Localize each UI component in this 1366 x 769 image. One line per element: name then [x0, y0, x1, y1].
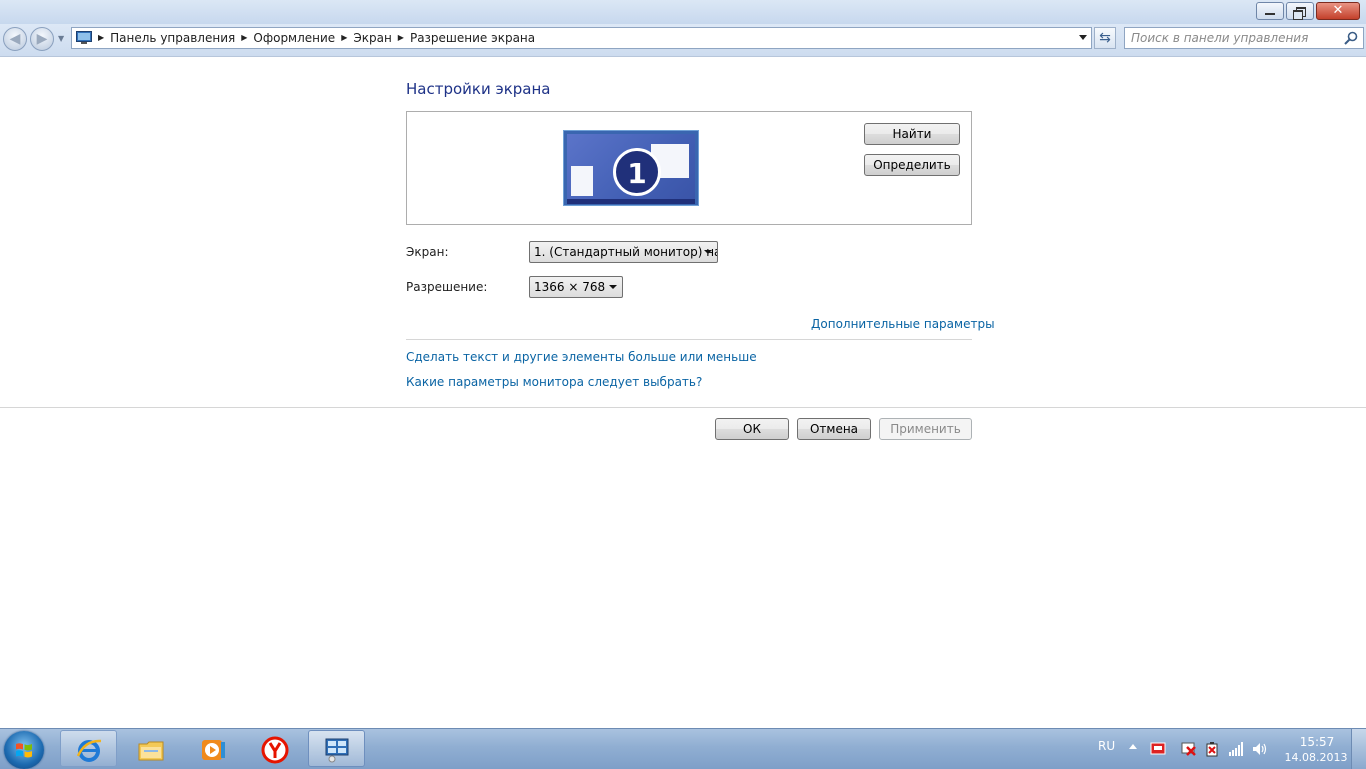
monitor-help-link[interactable]: Какие параметры монитора следует выбрать…: [406, 375, 702, 389]
action-center-icon[interactable]: [1180, 741, 1196, 757]
recent-pages-dropdown[interactable]: ▼: [58, 34, 64, 43]
minimize-icon: [1265, 13, 1275, 15]
address-history-dropdown-icon[interactable]: [1079, 35, 1087, 40]
close-button[interactable]: ✕: [1316, 2, 1360, 20]
control-panel-icon: [76, 31, 92, 44]
network-signal-icon[interactable]: [1228, 741, 1244, 757]
back-arrow-icon: ◀: [9, 31, 21, 47]
identify-button[interactable]: Определить: [864, 154, 960, 176]
breadcrumb-separator-icon[interactable]: ▶: [341, 28, 347, 48]
monitor-doc-icon: [571, 166, 593, 196]
monitor-taskbar-strip: [567, 199, 695, 204]
advanced-settings-link[interactable]: Дополнительные параметры: [811, 317, 995, 331]
media-player-icon: [202, 740, 225, 760]
breadcrumb: ▶ Панель управления ▶ Оформление ▶ Экран…: [96, 28, 539, 48]
breadcrumb-control-panel[interactable]: Панель управления: [110, 28, 235, 48]
find-button[interactable]: Найти: [864, 123, 960, 145]
breadcrumb-separator-icon[interactable]: ▶: [98, 28, 104, 48]
display-label: Экран:: [406, 245, 449, 259]
display-select[interactable]: 1. (Стандартный монитор) на: [529, 241, 718, 263]
minimize-button[interactable]: [1256, 2, 1284, 20]
apply-button[interactable]: Применить: [879, 418, 972, 440]
language-indicator[interactable]: RU: [1098, 739, 1115, 753]
taskbar-yandex-browser[interactable]: [246, 730, 303, 767]
taskbar-internet-explorer[interactable]: [60, 730, 117, 767]
yandex-browser-icon: [261, 736, 289, 764]
display-select-value: 1. (Стандартный монитор) на: [534, 245, 718, 259]
ok-button[interactable]: ОК: [715, 418, 789, 440]
taskbar-explorer[interactable]: [122, 730, 179, 767]
text-size-link[interactable]: Сделать текст и другие элементы больше и…: [406, 350, 757, 364]
security-tray-icon[interactable]: [1150, 741, 1166, 757]
monitor-1-thumbnail[interactable]: 1: [563, 130, 699, 206]
window-controls: ✕: [1254, 2, 1360, 20]
control-panel-icon: [325, 738, 349, 763]
resolution-select-value: 1366 × 768: [534, 280, 606, 294]
battery-icon[interactable]: [1204, 741, 1220, 757]
breadcrumb-appearance[interactable]: Оформление: [253, 28, 335, 48]
breadcrumb-separator-icon[interactable]: ▶: [241, 28, 247, 48]
refresh-button[interactable]: ⇆: [1094, 27, 1116, 49]
address-bar[interactable]: ▶ Панель управления ▶ Оформление ▶ Экран…: [71, 27, 1092, 49]
show-desktop-button[interactable]: [1351, 729, 1366, 769]
monitor-arrangement-panel: 1 Найти Определить: [406, 111, 972, 225]
close-icon: ✕: [1332, 3, 1344, 18]
monitor-number-badge: 1: [613, 148, 661, 196]
breadcrumb-display[interactable]: Экран: [353, 28, 391, 48]
dropdown-arrow-icon: [704, 250, 712, 254]
search-icon[interactable]: [1343, 30, 1359, 46]
breadcrumb-separator-icon[interactable]: ▶: [398, 28, 404, 48]
taskbar: RU 15:57 14.08.2013: [0, 728, 1366, 769]
taskbar-control-panel[interactable]: [308, 730, 365, 767]
refresh-icon: ⇆: [1099, 30, 1111, 46]
page-title: Настройки экрана: [406, 80, 551, 98]
search-input[interactable]: [1131, 30, 1331, 46]
resolution-label: Разрешение:: [406, 280, 488, 294]
show-hidden-icons-button[interactable]: [1129, 744, 1137, 749]
resolution-select[interactable]: 1366 × 768: [529, 276, 623, 298]
forward-button[interactable]: ▶: [30, 27, 54, 51]
back-button[interactable]: ◀: [3, 27, 27, 51]
windows-logo-icon: [16, 743, 32, 758]
button-bar-divider: [0, 407, 1366, 408]
start-button[interactable]: [4, 731, 44, 769]
window-title-bar: ✕: [0, 0, 1366, 24]
volume-icon[interactable]: [1252, 741, 1268, 757]
clock-date[interactable]: 14.08.2013: [1280, 751, 1352, 764]
search-box[interactable]: [1124, 27, 1364, 49]
restore-button[interactable]: [1286, 2, 1314, 20]
clock-time[interactable]: 15:57: [1290, 735, 1344, 749]
internet-explorer-icon: [76, 739, 102, 762]
dropdown-arrow-icon: [609, 285, 617, 289]
forward-arrow-icon: ▶: [36, 31, 48, 47]
cancel-button[interactable]: Отмена: [797, 418, 871, 440]
navigation-bar: ◀ ▶ ▼ ▶ Панель управления ▶ Оформление ▶…: [0, 24, 1366, 57]
breadcrumb-screen-resolution[interactable]: Разрешение экрана: [410, 28, 535, 48]
explorer-folder-icon: [138, 741, 164, 761]
divider: [406, 339, 972, 340]
taskbar-media-player[interactable]: [184, 730, 241, 767]
